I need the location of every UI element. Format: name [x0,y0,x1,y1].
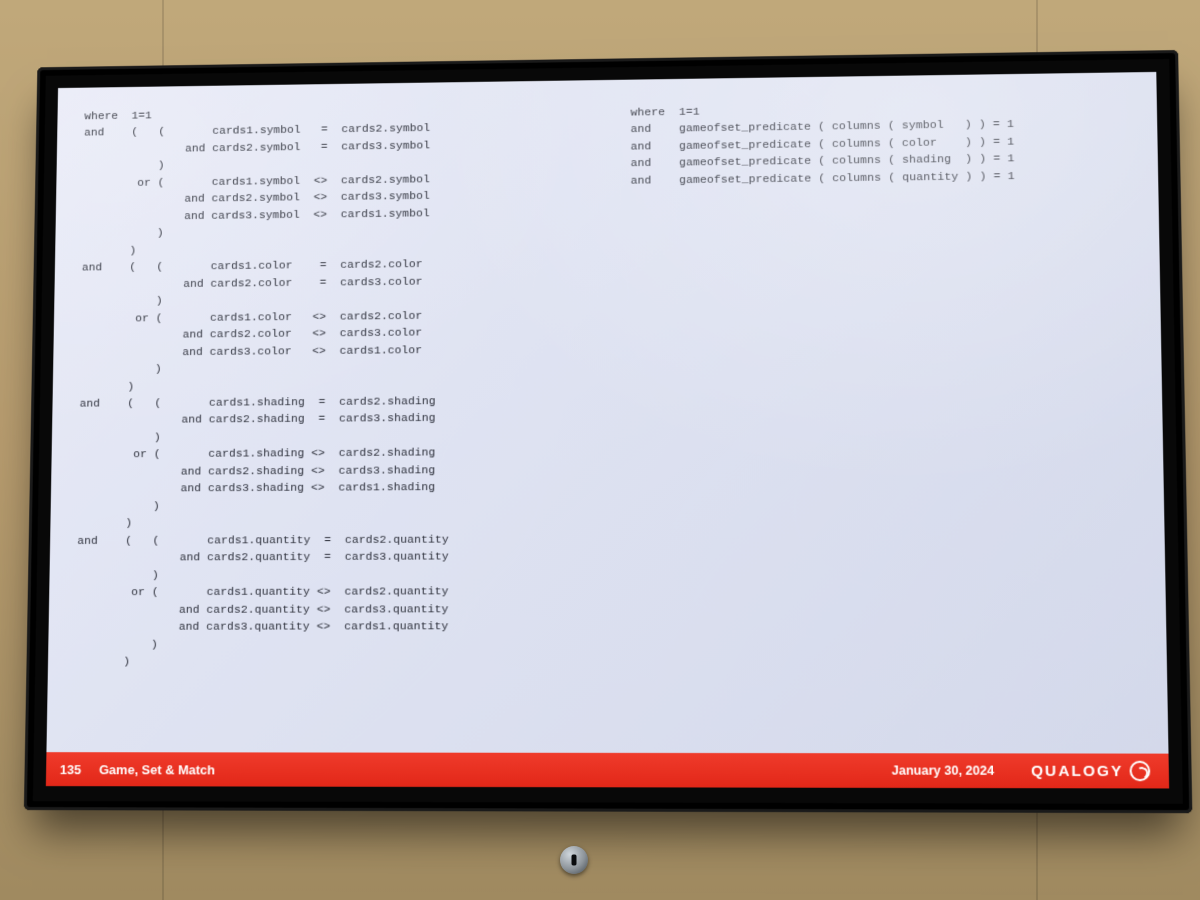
slide-date: January 30, 2024 [892,763,994,777]
code-block-verbose: where 1=1 and ( ( cards1.symbol = cards2… [74,101,613,743]
slide-footer: 135 Game, Set & Match January 30, 2024 Q… [46,752,1169,788]
cabinet-lock-icon [560,846,588,874]
code-block-refactor: where 1=1 and gameofset_predicate ( colu… [630,94,1141,743]
slide-title: Game, Set & Match [99,762,892,779]
page-number: 135 [60,762,99,777]
brand-logo-icon [1129,761,1150,782]
brand-name: QUALOGY [1031,762,1124,780]
slide: where 1=1 and ( ( cards1.symbol = cards2… [46,72,1169,789]
brand-block: QUALOGY [1031,761,1151,782]
presentation-screen: SAMSUNG where 1=1 and ( ( cards1.symbol … [24,50,1192,813]
